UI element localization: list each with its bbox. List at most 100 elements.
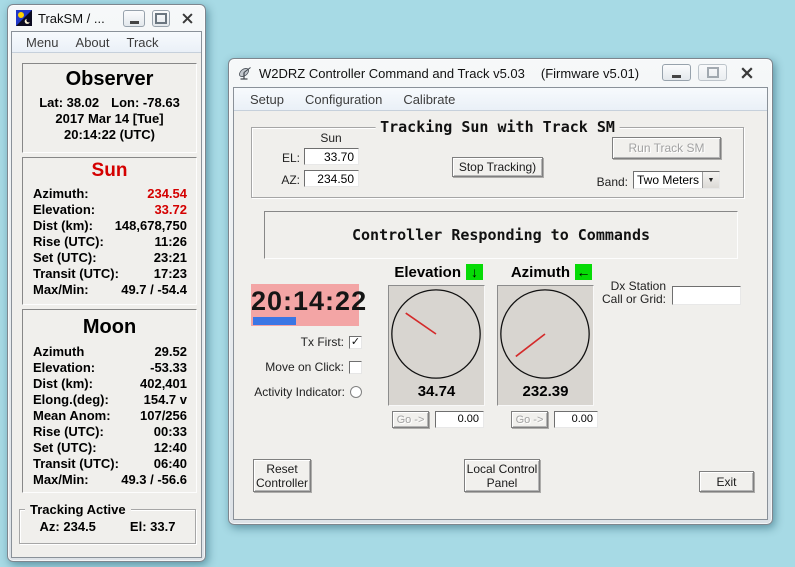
tracking-sun-group: Tracking Sun with Track SM Sun EL: 33.70…: [251, 127, 744, 198]
controller-titlebar[interactable]: W2DRZ Controller Command and Track v5.03…: [229, 59, 772, 87]
traksm-window: TrakSM / ... Menu About Track Observer L…: [7, 4, 206, 562]
activity-indicator-radio[interactable]: [350, 386, 362, 398]
utc-clock: 20:14:22: [251, 284, 359, 326]
menu-item-calibrate[interactable]: Calibrate: [401, 92, 457, 107]
dx-station-label: Dx Station Call or Grid:: [589, 280, 666, 306]
azimuth-needle: [516, 334, 545, 356]
azimuth-go-value-field[interactable]: 0.00: [554, 411, 598, 428]
reset-controller-button[interactable]: Reset Controller: [253, 459, 311, 492]
sun-row-transit: Transit (UTC):17:23: [23, 265, 196, 281]
desktop: TrakSM / ... Menu About Track Observer L…: [0, 0, 795, 567]
sun-readout-label: Sun: [304, 131, 358, 145]
traksm-window-title: TrakSM / ...: [38, 11, 105, 26]
sun-row-elevation: Elevation:33.72: [23, 201, 196, 217]
menu-item-about[interactable]: About: [74, 35, 112, 50]
sun-row-set: Set (UTC):23:21: [23, 249, 196, 265]
run-track-sm-button[interactable]: Run Track SM: [612, 137, 721, 159]
local-control-panel-button[interactable]: Local Control Panel: [464, 459, 540, 492]
moon-row-azimuth: Azimuth29.52: [23, 343, 196, 359]
controller-firmware-version: (Firmware v5.01): [541, 66, 639, 81]
azimuth-dial-title: Azimuth: [511, 264, 570, 281]
sun-panel: Sun Azimuth:234.54 Elevation:33.72 Dist …: [22, 157, 197, 305]
tracking-active-title: Tracking Active: [25, 502, 131, 517]
activity-indicator-option: Activity Indicator:: [229, 385, 362, 399]
moon-panel: Moon Azimuth29.52 Elevation:-53.33 Dist …: [22, 309, 197, 493]
menu-item-menu[interactable]: Menu: [24, 35, 61, 50]
left-arrow-icon: ←: [575, 264, 592, 280]
observer-heading: Observer: [23, 64, 196, 91]
move-on-click-checkbox[interactable]: [349, 361, 362, 374]
observer-panel: Observer Lat: 38.02 Lon: -78.63 2017 Mar…: [22, 63, 197, 153]
maximize-button[interactable]: [698, 64, 727, 81]
status-message: Controller Responding to Commands: [352, 226, 650, 244]
activity-indicator-label: Activity Indicator:: [254, 385, 345, 399]
observer-date: 2017 Mar 14 [Tue]: [23, 110, 196, 126]
tx-first-checkbox[interactable]: ✓: [349, 336, 362, 349]
exit-button[interactable]: Exit: [699, 471, 754, 492]
tracking-active-el: El: 33.7: [130, 519, 176, 534]
close-icon[interactable]: [177, 10, 197, 27]
observer-utc-time: 20:14:22 (UTC): [23, 126, 196, 142]
maximize-button[interactable]: [152, 10, 170, 27]
band-label: Band:: [582, 175, 628, 189]
clock-progress-bar: [253, 317, 296, 325]
sun-heading: Sun: [23, 158, 196, 182]
el-label: EL:: [270, 151, 300, 165]
el-value-field[interactable]: 33.70: [304, 148, 359, 165]
clock-time: 20:14:22: [251, 284, 359, 318]
traksm-titlebar[interactable]: TrakSM / ...: [8, 5, 205, 31]
azimuth-dial[interactable]: 232.39: [497, 285, 594, 406]
local-control-label-line1: Local Control: [467, 462, 538, 476]
az-value-field[interactable]: 234.50: [304, 170, 359, 187]
moon-row-maxmin: Max/Min:49.3 / -56.6: [23, 471, 196, 487]
sun-row-maxmin: Max/Min:49.7 / -54.4: [23, 281, 196, 297]
reset-controller-label-line1: Reset: [266, 462, 297, 476]
dx-station-label-line2: Call or Grid:: [589, 293, 666, 306]
moon-row-rise: Rise (UTC):00:33: [23, 423, 196, 439]
controller-menubar: Setup Configuration Calibrate: [234, 88, 767, 111]
controller-app-icon: [237, 65, 253, 81]
local-control-label-line2: Panel: [487, 476, 518, 490]
elevation-needle: [406, 313, 436, 334]
traksm-app-icon: [16, 10, 32, 26]
moon-row-set: Set (UTC):12:40: [23, 439, 196, 455]
traksm-menubar: Menu About Track: [12, 32, 201, 53]
status-message-box: Controller Responding to Commands: [264, 211, 738, 259]
elevation-dial-face: [390, 288, 482, 380]
tracking-sun-group-title: Tracking Sun with Track SM: [375, 118, 620, 136]
sun-row-azimuth: Azimuth:234.54: [23, 185, 196, 201]
elevation-dial-value: 34.74: [389, 383, 484, 400]
controller-window: W2DRZ Controller Command and Track v5.03…: [228, 58, 773, 525]
close-icon[interactable]: [734, 64, 760, 81]
minimize-button[interactable]: [662, 64, 691, 81]
menu-item-track[interactable]: Track: [125, 35, 161, 50]
azimuth-go-button[interactable]: Go ->: [511, 411, 548, 428]
moon-row-dist: Dist (km):402,401: [23, 375, 196, 391]
minimize-button[interactable]: [123, 10, 145, 27]
elevation-go-value-field[interactable]: 0.00: [435, 411, 484, 428]
move-on-click-option: Move on Click:: [229, 360, 362, 374]
moon-row-mean-anom: Mean Anom:107/256: [23, 407, 196, 423]
stop-tracking-button[interactable]: Stop Tracking): [452, 157, 543, 177]
observer-lat: Lat: 38.02: [39, 95, 99, 110]
az-label: AZ:: [270, 173, 300, 187]
elevation-dial-header: Elevation ↓: [388, 263, 483, 281]
reset-controller-label-line2: Controller: [256, 476, 308, 490]
elevation-go-button[interactable]: Go ->: [392, 411, 429, 428]
azimuth-dial-value: 232.39: [498, 383, 593, 400]
elevation-dial-title: Elevation: [394, 264, 461, 281]
tx-first-option: Tx First: ✓: [229, 335, 362, 349]
controller-window-title: W2DRZ Controller Command and Track v5.03: [259, 66, 525, 81]
azimuth-dial-face: [499, 288, 591, 380]
moon-row-elong: Elong.(deg):154.7 v: [23, 391, 196, 407]
band-selected-value: Two Meters: [634, 172, 702, 188]
menu-item-setup[interactable]: Setup: [248, 92, 286, 107]
chevron-down-icon[interactable]: ▼: [702, 172, 719, 188]
tx-first-label: Tx First:: [301, 335, 344, 349]
down-arrow-icon: ↓: [466, 264, 483, 280]
elevation-dial[interactable]: 34.74: [388, 285, 485, 406]
dx-station-input[interactable]: [672, 286, 741, 305]
menu-item-configuration[interactable]: Configuration: [303, 92, 384, 107]
sun-row-dist: Dist (km):148,678,750: [23, 217, 196, 233]
band-dropdown[interactable]: Two Meters ▼: [633, 171, 720, 189]
